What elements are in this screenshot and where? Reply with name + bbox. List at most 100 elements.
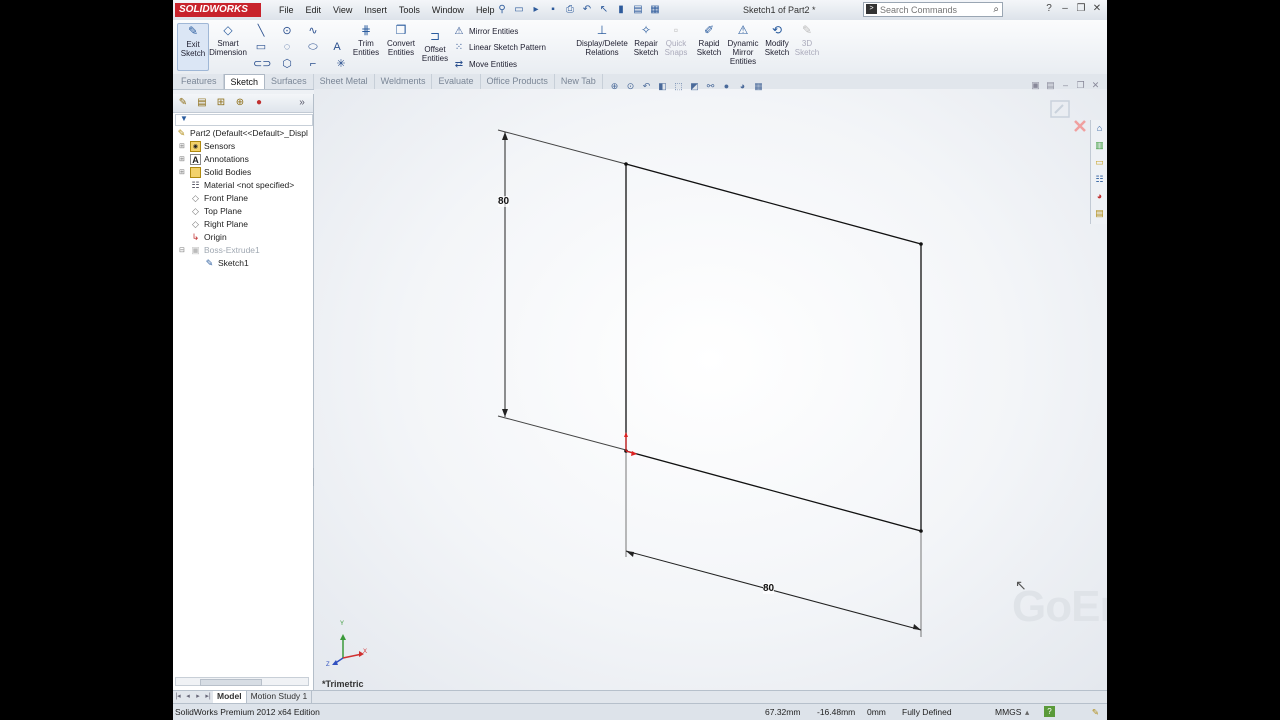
menu-insert[interactable]: Insert [358, 0, 393, 20]
first-tab-icon[interactable]: |◂ [173, 691, 183, 703]
help-menu-icon[interactable]: ? [1043, 2, 1055, 16]
display-manager-tab-icon[interactable]: ● [252, 96, 266, 110]
graphics-area[interactable]: ⊕ ⊙ ↶ ◧ ⬚ ◩ ⚯ ● ◕ ▦ ▣ ▤ – ❐ ✕ GoE 80 80 … [314, 80, 1107, 690]
modify-sketch-button[interactable]: ⟲ Modify Sketch [763, 23, 791, 57]
feature-tree-scrollbar[interactable] [175, 677, 309, 686]
tree-item-solid-bodies[interactable]: ⊞ Solid Bodies [173, 166, 313, 179]
open-icon[interactable]: ▸ [529, 3, 543, 17]
select-icon[interactable]: ↖ [597, 3, 611, 17]
last-tab-icon[interactable]: ▸| [203, 691, 213, 703]
dimxpert-manager-tab-icon[interactable]: ⊕ [233, 96, 247, 110]
rectangle-tool-icon[interactable]: ▭ [253, 40, 269, 54]
circle-tool-icon[interactable]: ⊙ [279, 24, 295, 38]
tree-item-annotations[interactable]: ⊞ A Annotations [173, 153, 313, 166]
configuration-manager-tab-icon[interactable]: ⊞ [214, 96, 228, 110]
expand-icon[interactable]: ⊞ [179, 153, 185, 166]
convert-entities-button[interactable]: ❒ Convert Entities [383, 23, 419, 57]
tree-item-material[interactable]: ☷ Material <not specified> [173, 179, 313, 192]
menu-file[interactable]: File [273, 0, 300, 20]
move-entities-button[interactable]: ⇄ Move Entities [453, 59, 517, 70]
solidworks-logo[interactable]: SOLIDWORKS [175, 3, 261, 17]
view-palette-icon[interactable]: ☷ [1093, 173, 1106, 186]
display-delete-relations-button[interactable]: ⊥ Display/Delete Relations [575, 23, 629, 57]
tab-sheet-metal[interactable]: Sheet Metal [314, 74, 375, 89]
feature-manager-tab-icon[interactable]: ✎ [176, 96, 190, 110]
rebuild-status-icon[interactable]: ✎ [1092, 704, 1099, 720]
new-document-icon[interactable]: ▭ [512, 3, 526, 17]
tab-sketch[interactable]: Sketch [223, 74, 266, 89]
tree-item-origin[interactable]: ↳ Origin [173, 231, 313, 244]
tree-item-right-plane[interactable]: ◇ Right Plane [173, 218, 313, 231]
search-input[interactable] [880, 3, 984, 16]
polygon-tool-icon[interactable]: ⬡ [279, 57, 295, 71]
units-dropdown-icon[interactable]: ▴ [1025, 704, 1029, 720]
sketch-vertex[interactable] [919, 242, 923, 246]
tab-weldments[interactable]: Weldments [375, 74, 433, 89]
quick-snaps-button[interactable]: ▫ Quick Snaps [663, 23, 689, 57]
offset-entities-button[interactable]: ⊐ Offset Entities [421, 29, 449, 63]
tab-features[interactable]: Features [175, 74, 224, 89]
menu-window[interactable]: Window [426, 0, 470, 20]
pin-icon[interactable]: ⚲ [495, 3, 509, 17]
tree-item-sensors[interactable]: ⊞ ◉ Sensors [173, 140, 313, 153]
repair-sketch-button[interactable]: ✧ Repair Sketch [631, 23, 661, 57]
exit-sketch-button[interactable]: ✎ Exit Sketch [177, 23, 209, 71]
text-tool-icon[interactable]: A [329, 40, 345, 54]
arc-tool-icon[interactable]: ◌ [279, 40, 295, 54]
close-button[interactable]: ✕ [1091, 2, 1103, 16]
undo-icon[interactable]: ↶ [580, 3, 594, 17]
tab-surfaces[interactable]: Surfaces [265, 74, 314, 89]
expand-icon[interactable]: ⊞ [179, 166, 185, 179]
linear-sketch-pattern-button[interactable]: ⁙ Linear Sketch Pattern [453, 42, 546, 53]
fillet-tool-icon[interactable]: ⌐ [305, 57, 321, 71]
tab-office-products[interactable]: Office Products [481, 74, 555, 89]
menu-view[interactable]: View [327, 0, 358, 20]
command-prompt-icon[interactable]: > [866, 4, 877, 14]
scrollbar-thumb[interactable] [200, 679, 262, 686]
tree-item-front-plane[interactable]: ◇ Front Plane [173, 192, 313, 205]
collapse-icon[interactable]: ⊟ [179, 244, 185, 257]
restore-button[interactable]: ❐ [1075, 2, 1087, 16]
vertical-dimension-value[interactable]: 80 [498, 196, 510, 207]
tab-motion-study[interactable]: Motion Study 1 [247, 691, 313, 703]
minimize-button[interactable]: – [1059, 2, 1071, 16]
ellipse-tool-icon[interactable]: ⬭ [305, 40, 321, 54]
tab-evaluate[interactable]: Evaluate [432, 74, 481, 89]
expand-pane-icon[interactable]: » [295, 96, 309, 110]
rapid-sketch-button[interactable]: ✐ Rapid Sketch [695, 23, 723, 57]
horizontal-dimension-value[interactable]: 80 [763, 583, 775, 594]
rebuild-icon[interactable]: ▮ [614, 3, 628, 17]
sketch-vertex[interactable] [919, 529, 923, 533]
mirror-entities-button[interactable]: ⚠ Mirror Entities [453, 26, 519, 37]
print-icon[interactable]: ⎙ [563, 3, 577, 17]
tree-item-boss-extrude[interactable]: ⊟ ▣ Boss-Extrude1 [173, 244, 313, 257]
unit-system-selector[interactable]: MMGS [995, 704, 1021, 720]
previous-tab-icon[interactable]: ◂ [183, 691, 193, 703]
tree-item-top-plane[interactable]: ◇ Top Plane [173, 205, 313, 218]
custom-properties-icon[interactable]: ▤ [1093, 207, 1106, 220]
smart-dimension-button[interactable]: ◇ Smart Dimension [209, 23, 247, 57]
search-icon[interactable]: ⌕ [993, 3, 999, 16]
next-tab-icon[interactable]: ▸ [193, 691, 203, 703]
tab-new-tab[interactable]: New Tab [555, 74, 603, 89]
feature-tree-filter[interactable]: ▼ [175, 114, 313, 126]
solidworks-resources-icon[interactable]: ⌂ [1093, 122, 1106, 135]
file-properties-icon[interactable]: ▤ [631, 3, 645, 17]
sketch-vertex[interactable] [624, 162, 628, 166]
3d-sketch-button[interactable]: ✎ 3D Sketch [793, 23, 821, 57]
appearances-icon[interactable]: ◕ [1093, 190, 1106, 203]
slot-tool-icon[interactable]: ⊂⊃ [253, 57, 271, 71]
options-icon[interactable]: ▦ [648, 3, 662, 17]
sketch-rectangle[interactable] [625, 163, 922, 532]
menu-tools[interactable]: Tools [393, 0, 426, 20]
tab-model[interactable]: Model [213, 691, 247, 703]
quick-tips-icon[interactable]: ? [1044, 706, 1055, 717]
trim-entities-button[interactable]: ⋕ Trim Entities [351, 23, 381, 57]
property-manager-tab-icon[interactable]: ▤ [195, 96, 209, 110]
tree-item-part[interactable]: ✎ Part2 (Default<<Default>_Displ [173, 127, 313, 140]
expand-icon[interactable]: ⊞ [179, 140, 185, 153]
design-library-icon[interactable]: ▥ [1093, 139, 1106, 152]
tree-item-sketch[interactable]: ✎ Sketch1 [173, 257, 313, 270]
line-tool-icon[interactable]: ╲ [253, 24, 269, 38]
spline-tool-icon[interactable]: ∿ [305, 24, 321, 38]
